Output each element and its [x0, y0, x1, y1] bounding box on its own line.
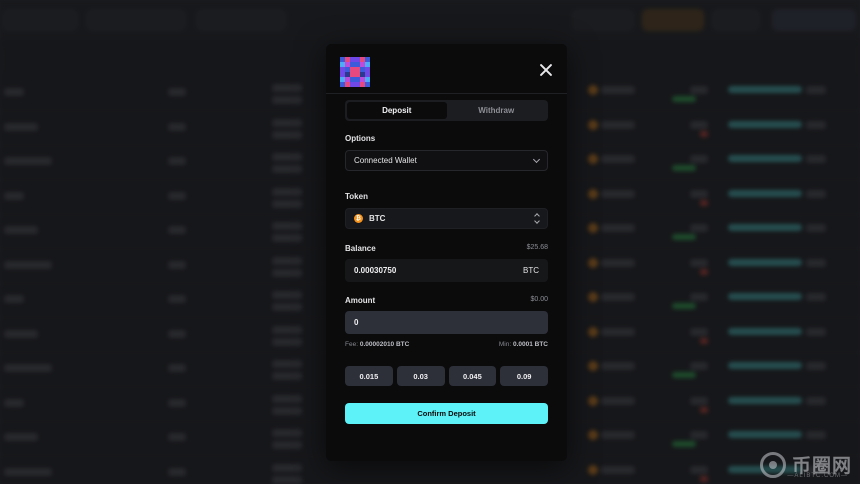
min-label: Min:: [498, 341, 512, 348]
watermark: 币圈网 —ALIBTC.COM—: [759, 451, 852, 479]
header-divider: [326, 93, 567, 94]
options-value: Connected Wallet: [354, 156, 417, 165]
fee-label: Fee:: [345, 341, 359, 348]
bitcoin-icon: ₿: [354, 214, 363, 223]
amount-value: 0: [354, 318, 359, 327]
balance-usd: $25.68: [526, 244, 548, 251]
amount-label: Amount: [345, 296, 376, 305]
app-logo-icon: [340, 57, 370, 87]
mode-tabs: Deposit Withdraw: [345, 100, 548, 121]
quick-amounts: 0.015 0.03 0.045 0.09: [345, 366, 548, 386]
token-value: BTC: [369, 214, 386, 223]
fee-info: Fee: 0.00002010 BTC: [345, 341, 409, 348]
confirm-deposit-button[interactable]: Confirm Deposit: [345, 403, 548, 424]
balance-label: Balance: [345, 244, 376, 253]
min-value: 0.0001 BTC: [512, 341, 548, 348]
balance-value: 0.00030750: [354, 266, 397, 275]
quick-amount-button[interactable]: 0.045: [448, 366, 497, 386]
amount-usd: $0.00: [530, 296, 548, 303]
token-label: Token: [345, 192, 368, 201]
amount-input[interactable]: 0: [345, 311, 548, 334]
balance-unit: BTC: [523, 266, 539, 275]
token-select[interactable]: ₿ BTC: [345, 208, 548, 229]
close-icon[interactable]: [539, 63, 553, 77]
quick-amount-button[interactable]: 0.015: [345, 366, 393, 386]
chevron-down-icon: [532, 155, 541, 163]
quick-amount-button[interactable]: 0.09: [500, 366, 548, 386]
balance-field: 0.00030750 BTC: [345, 259, 548, 282]
watermark-subtext: —ALIBTC.COM—: [787, 473, 848, 479]
deposit-modal: Deposit Withdraw Options Connected Walle…: [326, 44, 567, 461]
quick-amount-button[interactable]: 0.03: [396, 366, 445, 386]
fee-value: 0.00002010 BTC: [359, 341, 410, 348]
chevron-updown-icon: [534, 213, 540, 224]
options-label: Options: [345, 134, 376, 143]
watermark-logo-icon: [759, 451, 786, 478]
tab-withdraw[interactable]: Withdraw: [447, 102, 547, 119]
options-select[interactable]: Connected Wallet: [345, 150, 548, 171]
tab-deposit[interactable]: Deposit: [347, 102, 447, 119]
min-info: Min: 0.0001 BTC: [499, 341, 548, 348]
